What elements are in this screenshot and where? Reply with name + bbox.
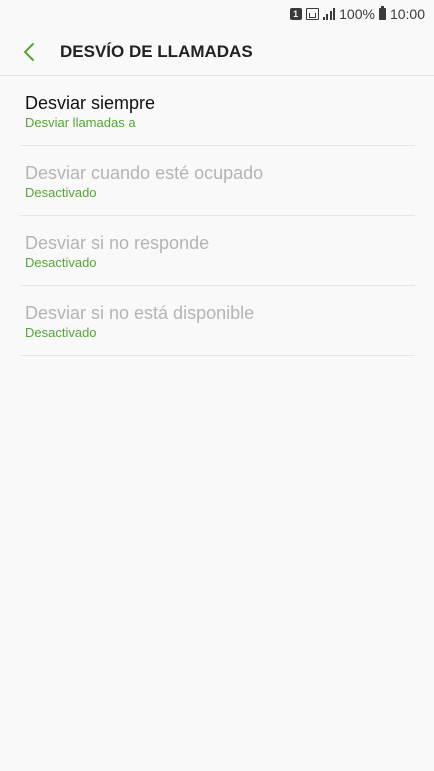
list-item-forward-when-unanswered[interactable]: Desviar si no responde Desactivado [20, 216, 415, 286]
list-item-subtitle: Desactivado [25, 185, 97, 200]
signal-strength-icon [322, 8, 336, 20]
back-button[interactable] [14, 37, 44, 67]
page-title: DESVÍO DE LLAMADAS [60, 41, 253, 61]
app-bar: DESVÍO DE LLAMADAS [0, 28, 434, 76]
list-item-forward-when-unreachable[interactable]: Desviar si no está disponible Desactivad… [20, 286, 415, 356]
list-item-forward-when-busy[interactable]: Desviar cuando esté ocupado Desactivado [20, 146, 415, 216]
list-item-title: Desviar si no está disponible [25, 303, 255, 323]
list-item-subtitle: Desactivado [25, 255, 97, 270]
list-item-title: Desviar siempre [25, 93, 156, 113]
call-forwarding-list: Desviar siempre Desviar llamadas a Desvi… [20, 76, 415, 356]
list-item-subtitle: Desviar llamadas a [25, 115, 136, 130]
status-time: 10:00 [389, 6, 425, 22]
list-item-title: Desviar cuando esté ocupado [25, 163, 264, 183]
chevron-left-icon [24, 42, 34, 61]
list-item-title: Desviar si no responde [25, 233, 210, 253]
battery-percentage: 100% [339, 6, 375, 22]
battery-icon [378, 6, 386, 20]
sim-card-icon: 1 [289, 8, 302, 20]
list-item-always-forward[interactable]: Desviar siempre Desviar llamadas a [20, 76, 415, 146]
volte-icon [305, 8, 319, 20]
status-bar: 1 100% 10:00 [0, 0, 434, 28]
list-item-subtitle: Desactivado [25, 325, 97, 340]
